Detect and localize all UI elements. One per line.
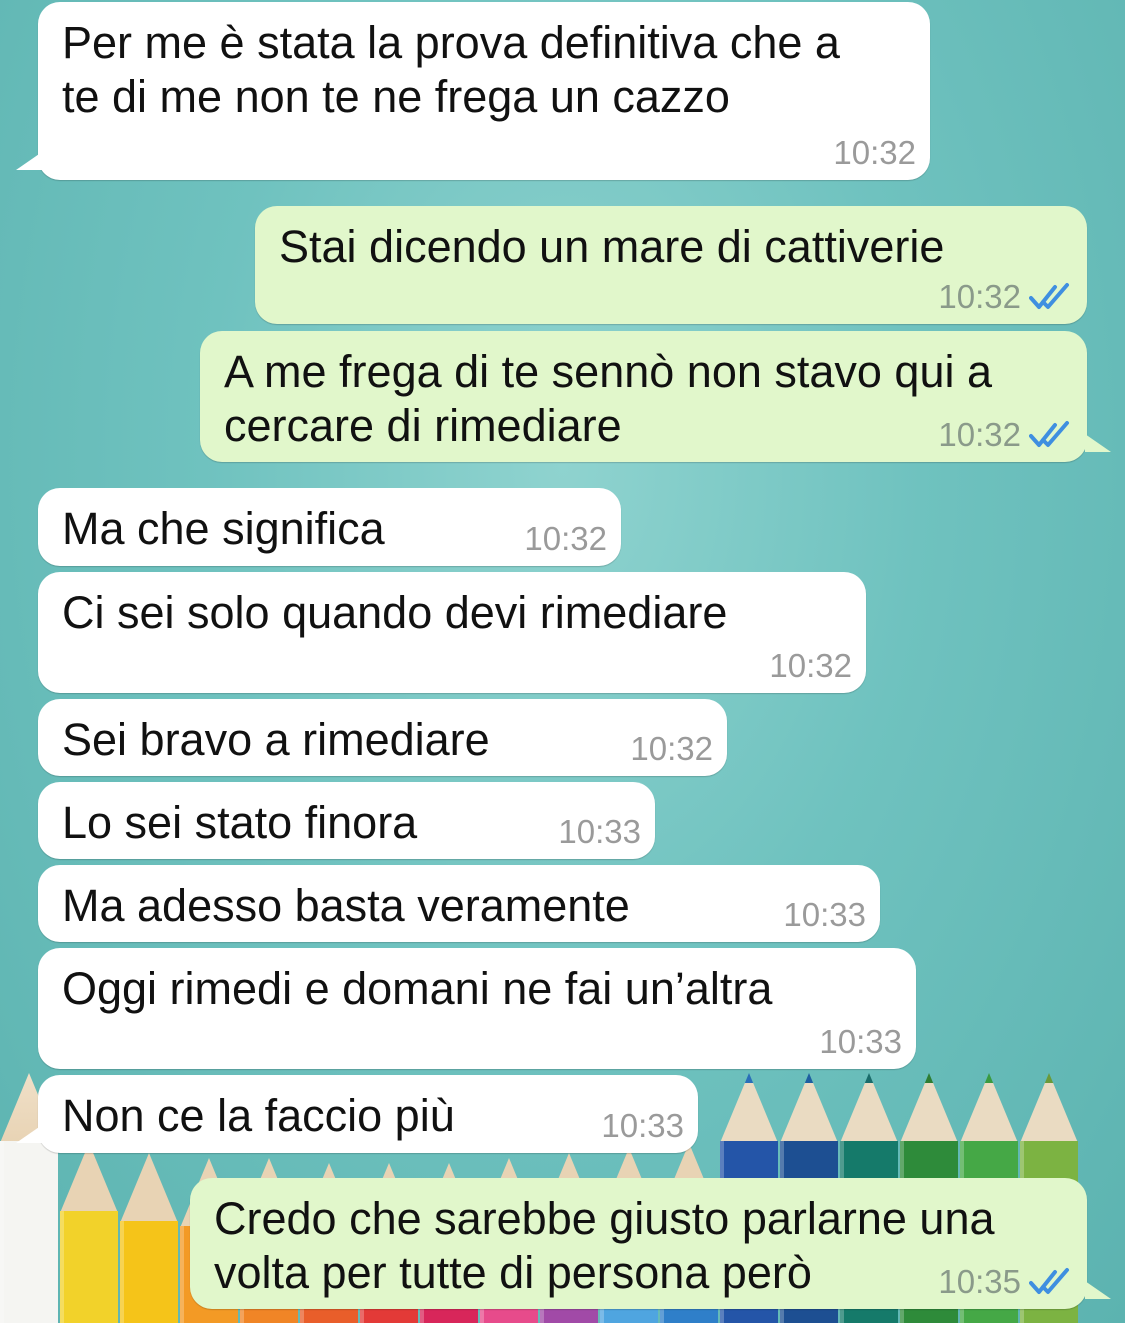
outgoing-message-bubble[interactable]: Credo che sarebbe giusto parlarne una vo… [190,1178,1111,1309]
chat-message-list[interactable]: Per me è stata la prova definitiva che a… [0,0,1125,1323]
message-text: Stai dicendo un mare di cattiverie [279,221,945,272]
double-check-icon [1029,282,1073,312]
message-meta: 10:33 [783,896,866,934]
outgoing-message-bubble[interactable]: Stai dicendo un mare di cattiverie 10:32 [255,206,1087,324]
message-text: Ma adesso basta veramente [62,880,630,931]
double-check-icon [1029,1267,1073,1297]
incoming-message-bubble[interactable]: Ma adesso basta veramente 10:33 [38,865,880,942]
message-text: A me frega di te sennò non stavo qui a c… [224,346,993,451]
incoming-message-bubble[interactable]: Per me è stata la prova definitiva che a… [16,2,930,180]
message-timestamp: 10:32 [938,278,1021,315]
incoming-message-bubble[interactable]: Ci sei solo quando devi rimediare 10:32 [38,572,866,693]
message-meta: 10:33 [819,1023,902,1061]
message-meta: 10:33 [601,1107,684,1145]
incoming-message-bubble[interactable]: Ma che significa 10:32 [38,488,621,566]
message-meta: 10:32 [630,730,713,768]
incoming-message-bubble[interactable]: Oggi rimedi e domani ne fai un’altra 10:3… [38,948,916,1069]
message-text: Credo che sarebbe giusto parlarne una vo… [214,1193,995,1298]
bubble-tail [16,1125,42,1143]
message-timestamp: 10:33 [819,1023,902,1060]
message-timestamp: 10:32 [524,520,607,557]
message-meta: 10:33 [558,813,641,851]
bubble-tail [1085,434,1111,452]
message-timestamp: 10:33 [601,1107,684,1144]
message-text: Sei bravo a rimediare [62,714,490,765]
message-timestamp: 10:32 [833,134,916,171]
message-meta: 10:32 [524,520,607,558]
bubble-tail [16,152,42,170]
message-text: Ma che significa [62,503,385,554]
message-text: Per me è stata la prova definitiva che a… [62,17,840,122]
double-check-icon [1029,420,1073,450]
incoming-message-bubble[interactable]: Lo sei stato finora 10:33 [38,782,655,859]
message-timestamp: 10:33 [783,896,866,933]
incoming-message-bubble[interactable]: Sei bravo a rimediare 10:32 [38,699,727,776]
message-meta: 10:32 [769,647,852,685]
message-timestamp: 10:32 [630,730,713,767]
message-timestamp: 10:35 [938,1263,1021,1300]
bubble-tail [1085,1281,1111,1299]
message-meta: 10:32 [938,416,1073,454]
message-text: Lo sei stato finora [62,797,418,848]
message-text: Oggi rimedi e domani ne fai un’altra [62,963,773,1014]
message-timestamp: 10:32 [938,416,1021,453]
outgoing-message-bubble[interactable]: A me frega di te sennò non stavo qui a c… [200,331,1111,462]
message-meta: 10:35 [938,1263,1073,1301]
incoming-message-bubble[interactable]: Non ce la faccio più 10:33 [16,1075,698,1153]
message-text: Ci sei solo quando devi rimediare [62,587,728,638]
message-meta: 10:32 [833,134,916,172]
message-text: Non ce la faccio più [62,1090,455,1141]
message-timestamp: 10:32 [769,647,852,684]
message-meta: 10:32 [938,278,1073,316]
message-timestamp: 10:33 [558,813,641,850]
